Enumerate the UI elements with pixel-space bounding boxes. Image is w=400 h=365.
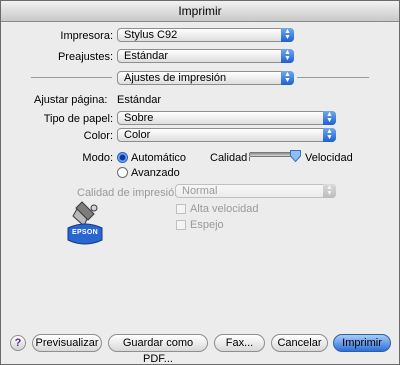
- fax-button[interactable]: Fax...: [214, 334, 265, 352]
- print-button[interactable]: Imprimir: [333, 334, 391, 352]
- popup-arrows-icon: ▲ ▼: [323, 111, 336, 125]
- slider-quality-label: Calidad: [210, 152, 248, 164]
- color-value: Color: [124, 129, 151, 141]
- preview-button[interactable]: Previsualizar: [32, 334, 102, 352]
- print-quality-value: Normal: [182, 185, 218, 197]
- mode-label: Modo:: [82, 152, 113, 164]
- mirror-label: Espejo: [190, 219, 224, 231]
- mode-advanced-radio[interactable]: [117, 167, 128, 178]
- printer-value: Stylus C92: [124, 29, 178, 41]
- presets-label: Preajustes:: [57, 51, 113, 63]
- print-quality-popup[interactable]: Normal ▲ ▼: [175, 184, 336, 198]
- page-size-value: Estándar: [117, 94, 162, 106]
- high-speed-label: Alta velocidad: [190, 203, 259, 215]
- separator-right: [297, 77, 369, 78]
- help-button[interactable]: ?: [10, 335, 26, 351]
- popup-arrows-icon: ▲ ▼: [281, 28, 294, 42]
- popup-arrows-icon: ▲ ▼: [281, 71, 294, 85]
- paper-type-popup[interactable]: Sobre ▲ ▼: [117, 111, 336, 125]
- quality-speed-slider[interactable]: [247, 149, 301, 165]
- panel-popup[interactable]: Ajustes de impresión ▲ ▼: [117, 71, 294, 85]
- printer-label: Impresora:: [60, 30, 113, 42]
- print-dialog: Imprimir Impresora: Stylus C92 ▲ ▼ Preaju…: [0, 0, 400, 365]
- presets-popup[interactable]: Estándar ▲ ▼: [117, 49, 294, 63]
- presets-value: Estándar: [124, 50, 169, 62]
- popup-arrows-icon: ▲ ▼: [281, 49, 294, 63]
- print-quality-label: Calidad de impresión:: [77, 187, 184, 199]
- slider-speed-label: Velocidad: [305, 152, 353, 164]
- printer-popup[interactable]: Stylus C92 ▲ ▼: [117, 28, 294, 42]
- slider-thumb[interactable]: [289, 150, 301, 163]
- epson-logo-text: EPSON: [71, 229, 98, 236]
- mode-advanced-label[interactable]: Avanzado: [131, 167, 180, 179]
- panel-value: Ajustes de impresión: [124, 72, 227, 84]
- color-popup[interactable]: Color ▲ ▼: [117, 128, 336, 142]
- window-title: Imprimir: [1, 1, 399, 22]
- mirror-checkbox[interactable]: [176, 220, 186, 230]
- popup-arrows-icon: ▲ ▼: [323, 128, 336, 142]
- page-size-label: Ajustar página:: [34, 94, 108, 106]
- mode-automatic-label[interactable]: Automático: [131, 152, 186, 164]
- separator-left: [31, 77, 112, 78]
- popup-arrows-icon: ▲ ▼: [323, 184, 336, 198]
- color-label: Color:: [83, 130, 113, 142]
- paper-type-value: Sobre: [124, 112, 154, 124]
- paper-type-label: Tipo de papel:: [43, 113, 113, 125]
- save-as-pdf-button[interactable]: Guardar como PDF...: [108, 334, 208, 364]
- slider-tick: [249, 157, 250, 161]
- high-speed-checkbox[interactable]: [176, 204, 186, 214]
- cancel-button[interactable]: Cancelar: [271, 334, 328, 352]
- epson-logo: EPSON: [64, 200, 106, 248]
- mode-automatic-radio[interactable]: [117, 152, 128, 163]
